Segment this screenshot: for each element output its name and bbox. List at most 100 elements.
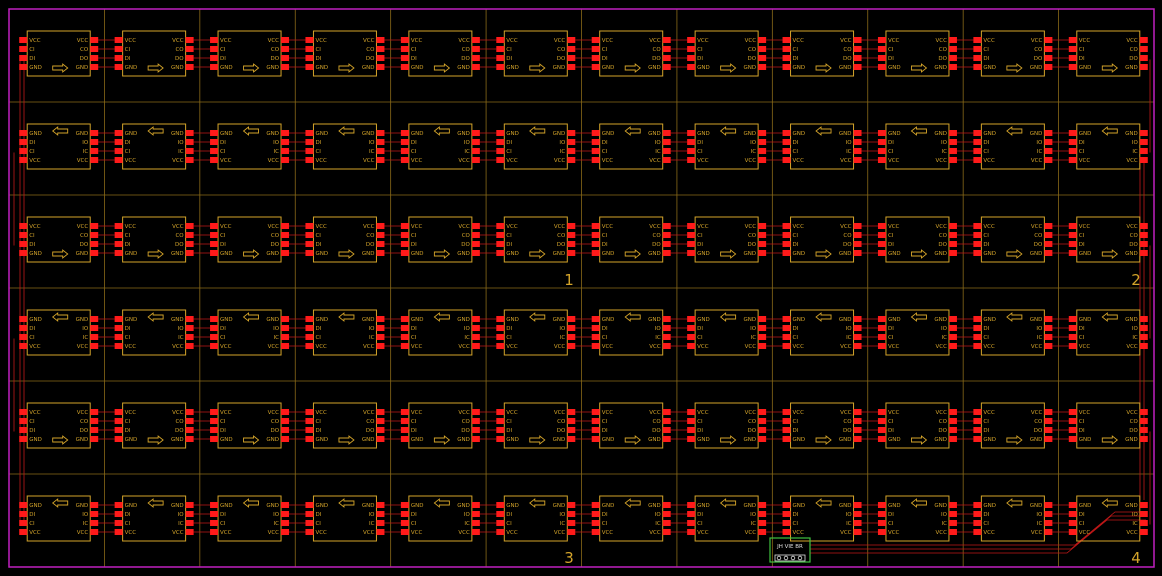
- pin-label: VCC: [125, 344, 137, 350]
- pin-label: CI: [125, 233, 131, 239]
- pin-label: DI: [602, 56, 608, 62]
- pin-label: IO: [1132, 512, 1139, 518]
- solder-pad: [305, 37, 314, 43]
- solder-pad: [19, 427, 28, 433]
- pin-label: DO: [557, 56, 566, 62]
- solder-pad: [305, 241, 314, 247]
- pin-label: IO: [369, 140, 376, 146]
- solder-pad: [1044, 64, 1053, 70]
- pin-label: VCC: [697, 530, 709, 536]
- solder-pad: [1044, 223, 1053, 229]
- solder-pad: [400, 139, 409, 145]
- solder-pad: [19, 343, 28, 349]
- solder-pad: [948, 250, 957, 256]
- pin-label: VCC: [888, 344, 900, 350]
- pin-label: GND: [1125, 251, 1138, 257]
- solder-pad: [376, 502, 385, 508]
- solder-pad: [687, 130, 696, 136]
- solder-pad: [853, 436, 862, 442]
- solder-pad: [1044, 55, 1053, 61]
- solder-pad: [400, 409, 409, 415]
- pin-label: GND: [506, 317, 519, 323]
- solder-pad: [1139, 511, 1148, 517]
- pin-label: IC: [1037, 149, 1043, 155]
- pin-label: GND: [220, 251, 233, 257]
- pin-label: IC: [846, 335, 852, 341]
- pin-label: VCC: [554, 38, 566, 44]
- solder-pad: [305, 316, 314, 322]
- pin-label: DI: [602, 242, 608, 248]
- solder-pad: [281, 520, 290, 526]
- solder-pad: [19, 46, 28, 52]
- solder-pad: [662, 55, 671, 61]
- solder-pad: [305, 520, 314, 526]
- pin-label: VCC: [172, 530, 184, 536]
- pin-label: VCC: [649, 530, 661, 536]
- solder-pad: [185, 64, 194, 70]
- solder-pad: [782, 64, 791, 70]
- pin-label: VCC: [125, 224, 137, 230]
- pin-label: GND: [220, 131, 233, 137]
- pin-label: GND: [744, 131, 757, 137]
- pin-label: VCC: [77, 158, 89, 164]
- pin-label: IO: [369, 326, 376, 332]
- pin-label: GND: [411, 503, 424, 509]
- solder-pad: [1139, 37, 1148, 43]
- solder-pad: [687, 64, 696, 70]
- pin-label: VCC: [1031, 38, 1043, 44]
- solder-pad: [567, 409, 576, 415]
- pin-label: VCC: [1126, 38, 1138, 44]
- solder-pad: [567, 511, 576, 517]
- pin-label: VCC: [1031, 530, 1043, 536]
- solder-pad: [114, 343, 123, 349]
- solder-pad: [400, 325, 409, 331]
- pin-label: GND: [839, 65, 852, 71]
- solder-pad: [19, 436, 28, 442]
- solder-pad: [662, 520, 671, 526]
- solder-pad: [19, 529, 28, 535]
- solder-pad: [114, 55, 123, 61]
- solder-pad: [877, 520, 886, 526]
- solder-pad: [1044, 241, 1053, 247]
- solder-pad: [1044, 511, 1053, 517]
- pin-label: IC: [83, 521, 89, 527]
- pin-label: VCC: [220, 224, 232, 230]
- pin-label: IC: [1037, 335, 1043, 341]
- solder-pad: [1139, 325, 1148, 331]
- pin-label: VCC: [602, 158, 614, 164]
- pin-label: DO: [843, 56, 852, 62]
- pin-label: GND: [697, 131, 710, 137]
- pin-label: CO: [462, 233, 471, 239]
- solder-pad: [496, 223, 505, 229]
- pin-label: VCC: [649, 38, 661, 44]
- pin-label: GND: [29, 251, 42, 257]
- pin-label: VCC: [554, 344, 566, 350]
- solder-pad: [400, 157, 409, 163]
- solder-pad: [567, 232, 576, 238]
- solder-pad: [948, 130, 957, 136]
- pin-label: GND: [171, 131, 184, 137]
- pin-label: GND: [1079, 317, 1092, 323]
- solder-pad: [567, 157, 576, 163]
- pin-label: CI: [1079, 521, 1085, 527]
- pin-label: CO: [557, 47, 566, 53]
- pin-label: VCC: [554, 530, 566, 536]
- pin-label: GND: [266, 131, 279, 137]
- solder-pad: [471, 130, 480, 136]
- solder-pad: [1068, 130, 1077, 136]
- pin-label: DI: [220, 428, 226, 434]
- pin-label: GND: [171, 437, 184, 443]
- pin-label: VCC: [268, 158, 280, 164]
- solder-pad: [471, 139, 480, 145]
- solder-pad: [305, 529, 314, 535]
- solder-pad: [877, 250, 886, 256]
- solder-pad: [877, 529, 886, 535]
- pin-label: DO: [366, 56, 375, 62]
- pin-label: VCC: [840, 158, 852, 164]
- pin-label: DI: [983, 512, 989, 518]
- pin-label: CI: [793, 419, 799, 425]
- pin-label: DI: [411, 512, 417, 518]
- solder-pad: [662, 223, 671, 229]
- pin-label: IC: [464, 335, 470, 341]
- pcb-board: VCC CI DI GND VCC CO DO GND VCC CI DI GND VCC CO DO GND…: [0, 0, 1162, 576]
